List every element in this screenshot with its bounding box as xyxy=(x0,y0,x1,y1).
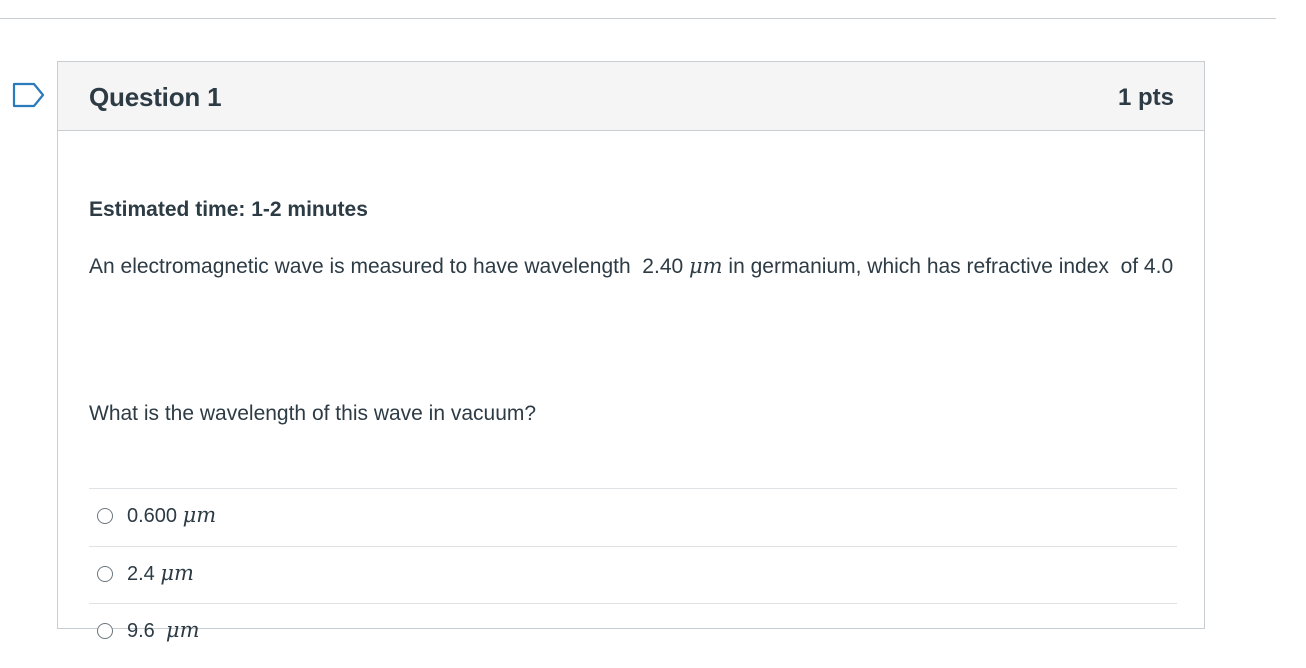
answer-unit: μm xyxy=(165,618,200,642)
question-header: Question 1 1 pts xyxy=(58,62,1204,131)
question-text-part2: in germanium, which has refractive index… xyxy=(722,255,1174,278)
question-text-part1: An electromagnetic wave is measured to h… xyxy=(89,255,690,278)
answer-value: 0.600 xyxy=(127,505,183,527)
answer-unit: μm xyxy=(160,561,194,585)
estimated-time: Estimated time: 1-2 minutes xyxy=(89,198,368,221)
answer-option-1[interactable]: 0.600 μm xyxy=(89,488,1177,545)
answer-label: 0.600 μm xyxy=(127,503,216,528)
radio-unselected-icon[interactable] xyxy=(97,508,113,524)
question-prompt: What is the wavelength of this wave in v… xyxy=(89,402,537,425)
answer-unit: μm xyxy=(182,503,217,527)
flag-question-icon[interactable] xyxy=(12,82,46,108)
answer-option-2[interactable]: 2.4 μm xyxy=(89,546,1177,603)
question-text: An electromagnetic wave is measured to h… xyxy=(89,248,1177,285)
question-card: Question 1 1 pts Estimated time: 1-2 min… xyxy=(57,61,1205,642)
answer-label: 2.4 μm xyxy=(127,561,194,586)
question-text-unit: μm xyxy=(689,254,723,278)
answer-value: 9.6 xyxy=(127,620,166,642)
question-points: 1 pts xyxy=(1117,84,1174,111)
answer-label: 9.6 μm xyxy=(127,618,199,643)
question-title: Question 1 xyxy=(89,82,222,112)
answer-option-3[interactable]: 9.6 μm xyxy=(89,603,1177,660)
radio-unselected-icon[interactable] xyxy=(97,566,113,582)
answer-value: 2.4 xyxy=(127,563,161,585)
radio-unselected-icon[interactable] xyxy=(97,623,113,639)
top-divider xyxy=(0,18,1276,19)
